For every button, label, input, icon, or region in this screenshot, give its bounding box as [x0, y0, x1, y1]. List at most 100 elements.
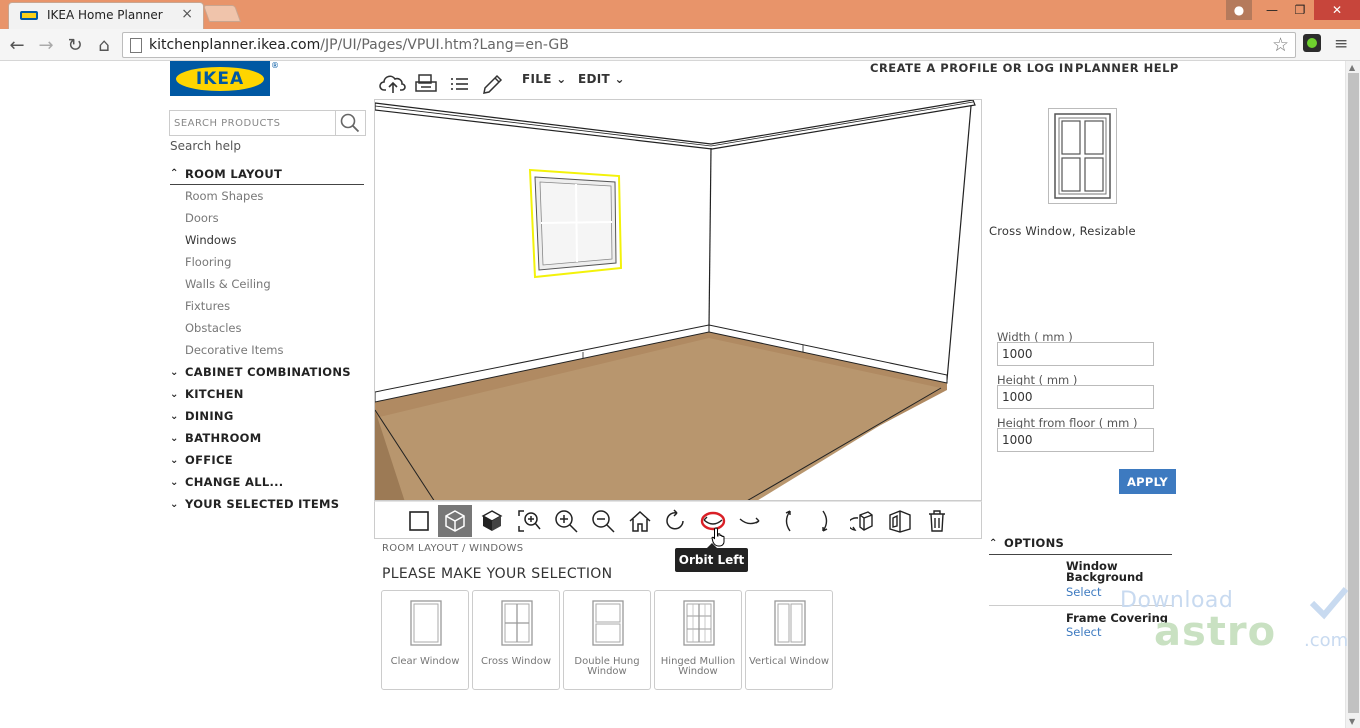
chevron-down-icon: ⌄	[170, 454, 179, 466]
sidebar-item-flooring[interactable]: Flooring	[170, 251, 364, 273]
chevron-up-icon: ⌃	[170, 168, 179, 179]
address-url[interactable]: kitchenplanner.ikea.com/JP/UI/Pages/VPUI…	[149, 37, 569, 53]
width-input[interactable]	[997, 342, 1154, 366]
list-icon[interactable]	[446, 72, 474, 96]
sidebar-section-cabinet-combinations[interactable]: ⌄ CABINET COMBINATIONS	[170, 361, 364, 383]
tab-close-icon[interactable]: ×	[181, 6, 193, 22]
3d-solid-view-button[interactable]	[475, 505, 509, 537]
sidebar-item-walls-ceiling[interactable]: Walls & Ceiling	[170, 273, 364, 295]
search-input[interactable]	[170, 111, 336, 135]
address-bar[interactable]: kitchenplanner.ikea.com/JP/UI/Pages/VPUI…	[122, 32, 1296, 58]
height-input[interactable]	[997, 385, 1154, 409]
orbit-down-button[interactable]	[808, 505, 842, 537]
sidebar-item-room-shapes[interactable]: Room Shapes	[170, 185, 364, 207]
ikea-favicon-icon	[20, 11, 38, 20]
cross-window-icon	[1054, 113, 1111, 199]
print-icon[interactable]	[413, 72, 441, 96]
chevron-down-icon: ⌄	[170, 388, 179, 400]
sidebar-item-windows[interactable]: Windows	[170, 229, 364, 251]
orbit-up-button[interactable]	[771, 505, 805, 537]
page-icon	[130, 38, 142, 53]
3d-viewport[interactable]	[374, 99, 982, 501]
back-arrow-icon[interactable]: ←	[5, 33, 29, 57]
card-double-hung-window[interactable]: Double Hung Window	[563, 590, 651, 690]
card-label: Hinged Mullion Window	[660, 656, 736, 677]
option-title: Frame Covering	[1066, 611, 1169, 625]
sidebar-section-dining[interactable]: ⌄ DINING	[170, 405, 364, 427]
chevron-down-icon: ⌄	[170, 432, 179, 444]
sidebar-item-obstacles[interactable]: Obstacles	[170, 317, 364, 339]
sidebar-section-bathroom[interactable]: ⌄ BATHROOM	[170, 427, 364, 449]
room-3d-view[interactable]	[375, 100, 982, 501]
pencil-icon[interactable]	[479, 72, 507, 96]
rotate-object-button[interactable]	[846, 505, 880, 537]
extension-icon[interactable]	[1303, 34, 1321, 52]
card-label: Clear Window	[390, 656, 460, 667]
search-icon[interactable]	[340, 113, 360, 133]
home-icon[interactable]: ⌂	[92, 33, 116, 57]
window-close-icon[interactable]: ✕	[1314, 0, 1360, 20]
zoom-out-button[interactable]	[586, 505, 620, 537]
search-help-link[interactable]: Search help	[170, 139, 241, 153]
window-controls: ● — ❐ ✕	[1226, 0, 1360, 20]
orbit-left-tooltip: Orbit Left	[675, 543, 748, 572]
2d-view-button[interactable]	[402, 505, 436, 537]
orbit-up-icon	[785, 510, 791, 532]
zoom-fit-button[interactable]	[512, 505, 546, 537]
restore-icon[interactable]: ❐	[1286, 0, 1314, 20]
chevron-up-icon: ⌃	[989, 537, 998, 549]
card-vertical-window[interactable]: Vertical Window	[745, 590, 833, 690]
forward-arrow-icon[interactable]: →	[34, 33, 58, 57]
card-cross-window[interactable]: Cross Window	[472, 590, 560, 690]
height-from-floor-input[interactable]	[997, 428, 1154, 452]
logo-registered-mark: ®	[271, 61, 279, 70]
browser-menu-icon[interactable]: ≡	[1334, 34, 1348, 54]
sidebar-item-doors[interactable]: Doors	[170, 207, 364, 229]
frame-covering-select-link[interactable]: Select	[1066, 625, 1101, 639]
window-type-cards: Clear Window Cross Window Double Hung Wi…	[381, 590, 833, 690]
3d-wireframe-view-button[interactable]	[438, 505, 472, 537]
browser-tab[interactable]: IKEA Home Planner ×	[8, 2, 204, 29]
bookmark-star-icon[interactable]: ☆	[1272, 34, 1289, 56]
sidebar-item-fixtures[interactable]: Fixtures	[170, 295, 364, 317]
wall-view-button[interactable]	[883, 505, 917, 537]
new-tab-button[interactable]	[202, 5, 242, 22]
rotate-clockwise-button[interactable]	[659, 505, 693, 537]
sidebar-section-kitchen[interactable]: ⌄ KITCHEN	[170, 383, 364, 405]
user-profile-icon[interactable]: ●	[1226, 0, 1252, 20]
planner-help-link[interactable]: PLANNER HELP	[1075, 61, 1179, 75]
delete-button[interactable]	[920, 505, 954, 537]
card-clear-window[interactable]: Clear Window	[381, 590, 469, 690]
selection-title: PLEASE MAKE YOUR SELECTION	[382, 566, 613, 582]
create-profile-link[interactable]: CREATE A PROFILE OR LOG IN	[870, 61, 1074, 75]
apply-button[interactable]: APPLY	[1119, 469, 1176, 494]
scroll-down-icon[interactable]: ▼	[1349, 717, 1355, 726]
zoom-in-icon	[555, 510, 578, 533]
orbit-down-icon	[822, 510, 828, 532]
sidebar-section-change-all[interactable]: ⌄ CHANGE ALL...	[170, 471, 364, 493]
sidebar-section-office[interactable]: ⌄ OFFICE	[170, 449, 364, 471]
chevron-down-icon: ⌄	[170, 366, 179, 378]
options-section-header[interactable]: ⌃ OPTIONS	[989, 532, 1172, 555]
chevron-down-icon: ⌄	[556, 72, 567, 86]
rotate-object-icon	[850, 511, 873, 531]
scroll-up-icon[interactable]: ▲	[1349, 63, 1355, 72]
file-menu[interactable]: FILE ⌄	[522, 72, 567, 86]
sidebar-section-room-layout[interactable]: ⌃ ROOM LAYOUT	[170, 163, 364, 185]
product-name: Cross Window, Resizable	[989, 224, 1136, 238]
window-background-select-link[interactable]: Select	[1066, 585, 1101, 599]
home-view-button[interactable]	[623, 505, 657, 537]
card-hinged-mullion-window[interactable]: Hinged Mullion Window	[654, 590, 742, 690]
minimize-icon[interactable]: —	[1258, 0, 1286, 20]
clear-window-icon	[410, 600, 442, 646]
sidebar-item-decorative-items[interactable]: Decorative Items	[170, 339, 364, 361]
cloud-upload-icon[interactable]	[379, 72, 407, 96]
zoom-in-button[interactable]	[549, 505, 583, 537]
reload-icon[interactable]: ↻	[63, 33, 87, 57]
ikea-logo[interactable]: IKEA	[170, 61, 270, 96]
sidebar-section-selected-items[interactable]: ⌄ YOUR SELECTED ITEMS	[170, 493, 364, 515]
orbit-right-button[interactable]	[733, 505, 767, 537]
scroll-thumb[interactable]	[1348, 73, 1359, 713]
page-scrollbar[interactable]: ▲ ▼	[1345, 61, 1360, 728]
edit-menu[interactable]: EDIT ⌄	[578, 72, 625, 86]
